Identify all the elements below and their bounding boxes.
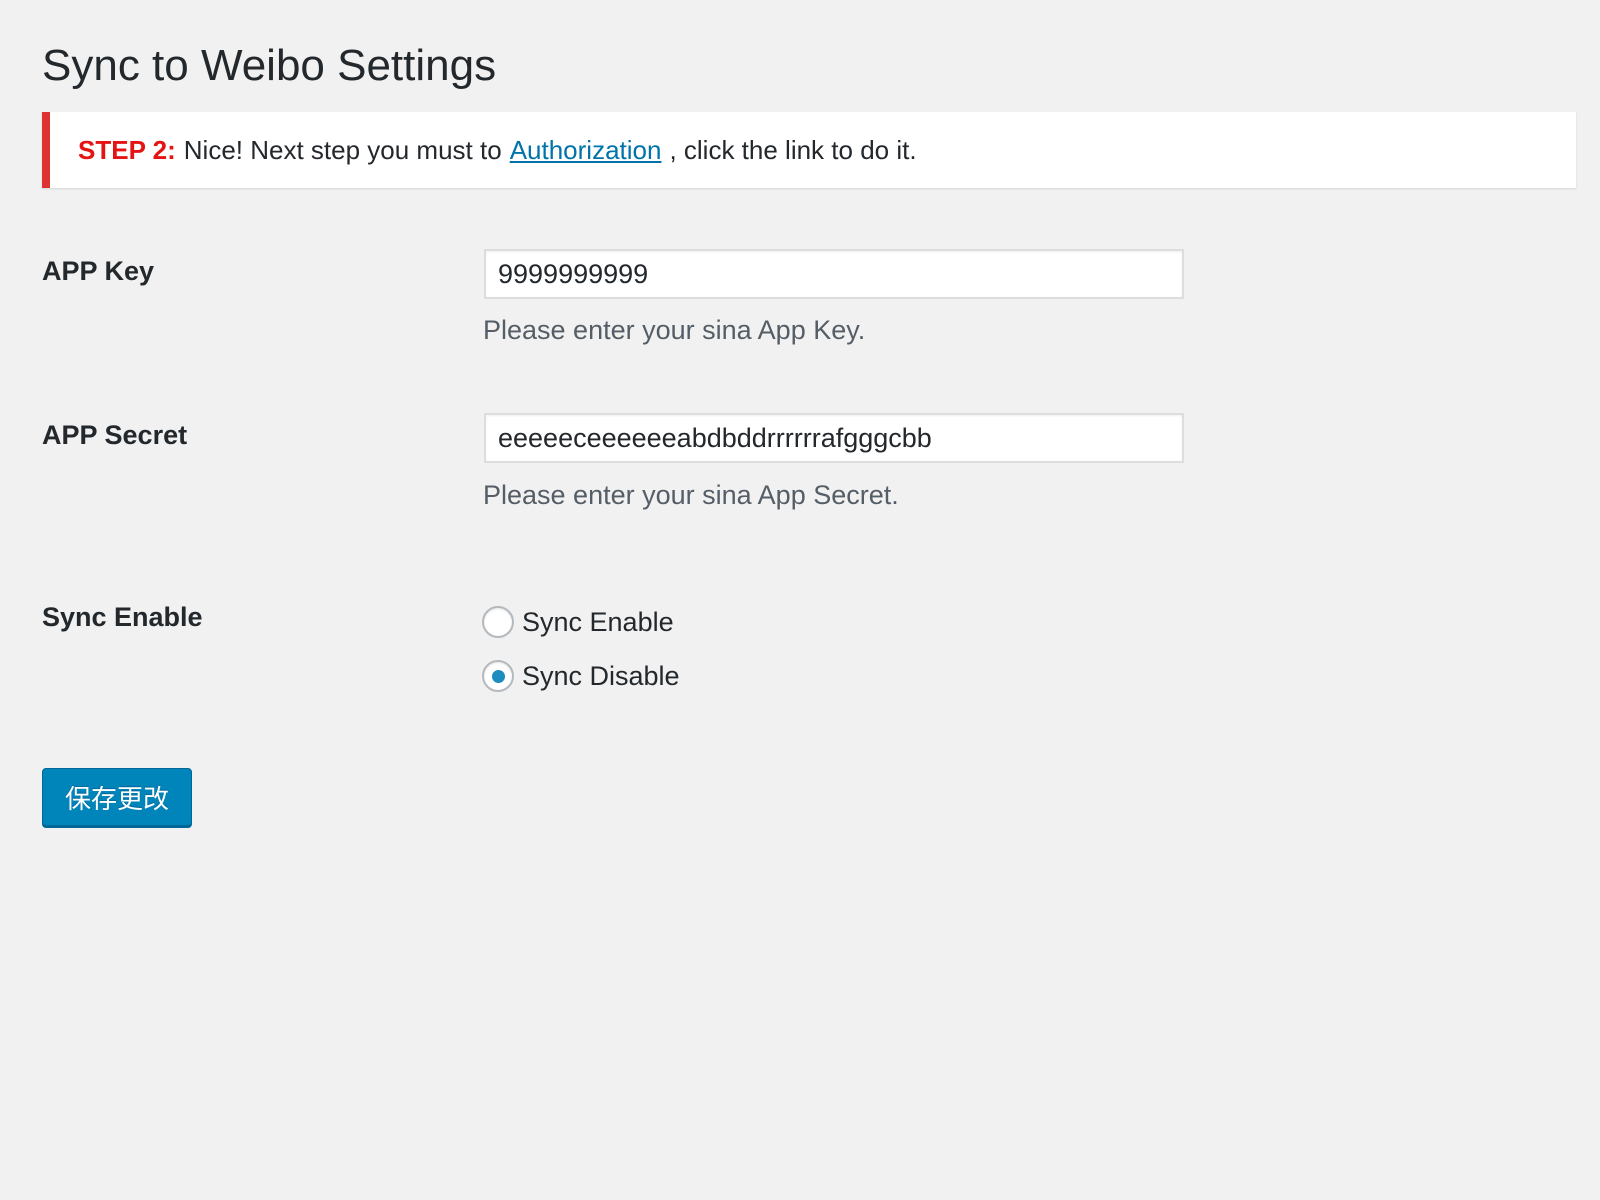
radio-sync-enable[interactable]: Sync Enable [482,606,674,638]
radio-unchecked-icon[interactable] [482,606,514,638]
radio-sync-enable-label: Sync Enable [522,606,674,637]
page-title: Sync to Weibo Settings [42,41,497,90]
notice-text-before: Nice! Next step you must to [183,134,502,165]
app-secret-label: APP Secret [42,420,188,450]
notice-text-after: , click the link to do it. [669,134,917,165]
step-notice: STEP 2: Nice! Next step you must to Auth… [42,112,1576,188]
save-changes-button[interactable]: 保存更改 [42,768,192,826]
radio-dot-icon [491,669,505,683]
radio-sync-disable[interactable]: Sync Disable [482,660,680,692]
app-key-description: Please enter your sina App Key. [483,315,866,345]
settings-page: Sync to Weibo Settings STEP 2: Nice! Nex… [0,0,1600,1200]
authorization-link[interactable]: Authorization [510,135,662,166]
app-secret-input[interactable] [484,413,1184,463]
app-key-label: APP Key [42,256,155,286]
sync-enable-label: Sync Enable [42,602,203,632]
radio-checked-icon[interactable] [482,660,514,692]
radio-sync-disable-label: Sync Disable [522,660,680,691]
notice-step-label: STEP 2: [78,134,176,165]
app-secret-description: Please enter your sina App Secret. [483,480,899,510]
app-key-input[interactable] [484,249,1184,299]
